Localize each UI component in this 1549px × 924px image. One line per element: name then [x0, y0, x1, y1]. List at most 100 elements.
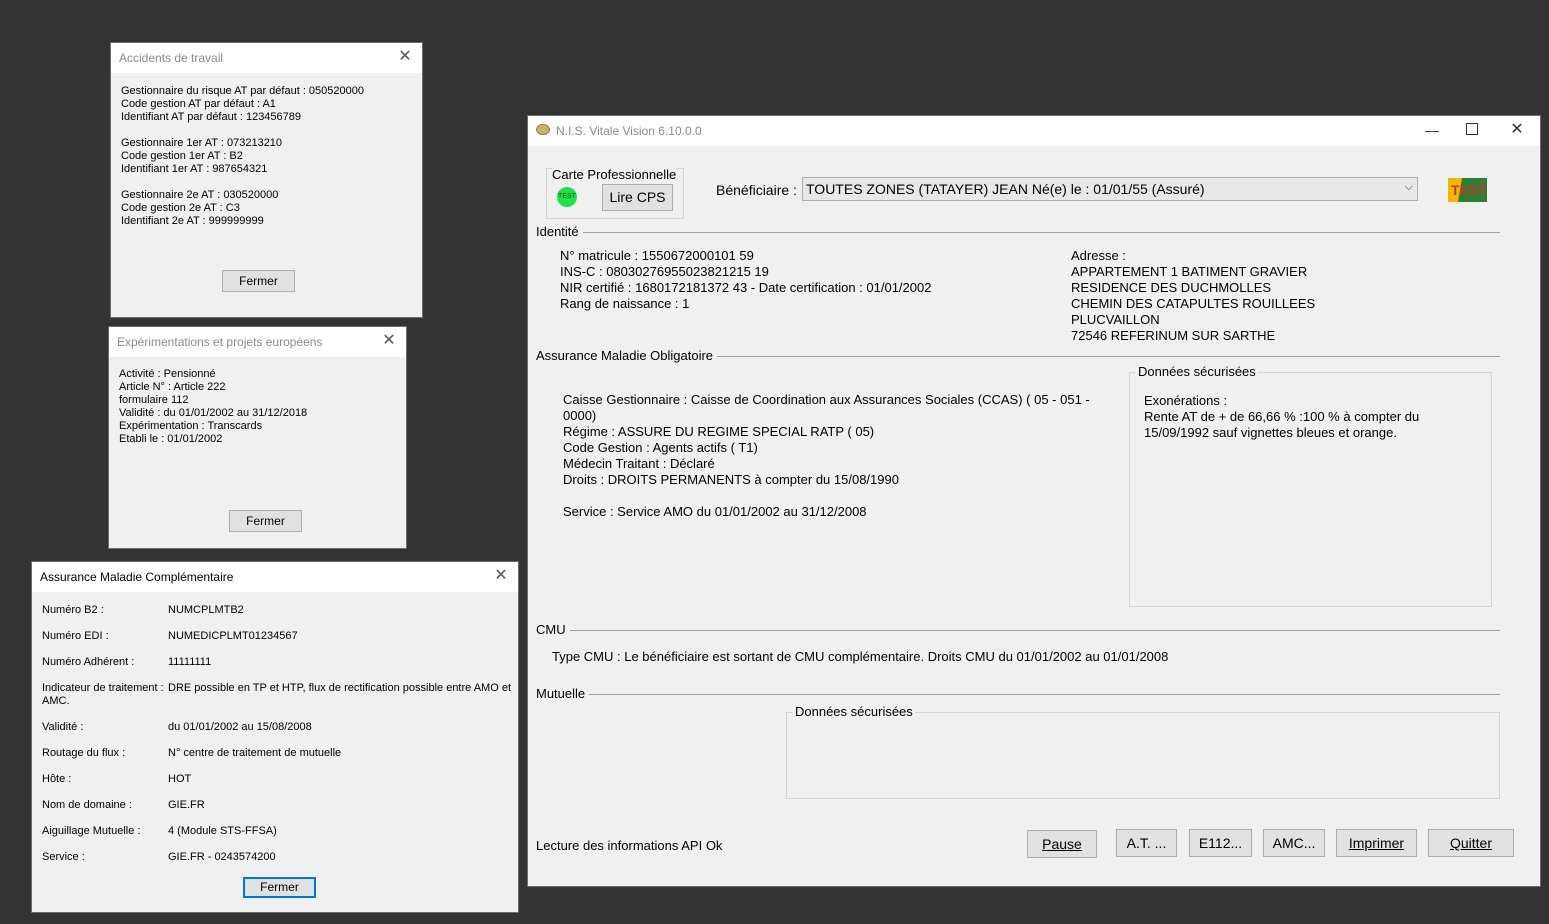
amc-button[interactable]: AMC...	[1263, 829, 1325, 857]
exp-line: Activité : Pensionné	[119, 368, 216, 380]
main-titlebar[interactable]: N.I.S. Vitale Vision 6.10.0.0 — ✕	[528, 116, 1540, 146]
amo-secured-details: Exonérations : Rente AT de + de 66,66 % …	[1144, 393, 1419, 441]
identite-line: Rang de naissance : 1	[560, 296, 690, 311]
amc-close-button[interactable]: Fermer	[243, 877, 316, 898]
main-window-title: N.I.S. Vitale Vision 6.10.0.0	[556, 124, 702, 138]
amo-details: Caisse Gestionnaire : Caisse de Coordina…	[563, 392, 1090, 520]
amc-label: Numéro B2 :	[42, 604, 104, 616]
amc-value: 11111111	[168, 656, 212, 668]
amc-label: Validité :	[42, 721, 84, 733]
close-icon[interactable]: ✕	[396, 48, 414, 66]
amo-title: Assurance Maladie Obligatoire	[536, 348, 718, 363]
amc-label: Nom de domaine :	[42, 799, 132, 811]
exp-line: Article N° : Article 222	[119, 381, 226, 393]
amc-label: Indicateur de traitement :	[42, 682, 164, 694]
amc-value: 4 (Module STS-FFSA)	[168, 825, 277, 837]
imprimer-button[interactable]: Imprimer	[1336, 829, 1417, 857]
exp-info: Activité : Pensionné Article N° : Articl…	[119, 368, 307, 446]
address-line: Adresse :	[1071, 248, 1126, 263]
close-icon[interactable]: ✕	[492, 567, 510, 585]
identite-title: Identité	[536, 224, 583, 239]
amc-value: NUMCPLMTB2	[168, 604, 244, 616]
at-line: Identifiant AT par défaut : 123456789	[121, 111, 302, 123]
carte-pro-title: Carte Professionnelle	[552, 167, 677, 182]
amo-secured-group: Données sécurisées Exonérations : Rente …	[1129, 364, 1492, 607]
amo-line: Droits : DROITS PERMANENTS à compter du …	[563, 472, 899, 487]
amo-line: 0000)	[563, 408, 597, 423]
at-window: Accidents de travail ✕ Gestionnaire du r…	[110, 42, 423, 318]
amo-section-header: Assurance Maladie Obligatoire	[536, 348, 1500, 364]
close-icon[interactable]: ✕	[1508, 121, 1526, 139]
identite-details: N° matricule : 1550672000101 59 INS-C : …	[560, 248, 931, 312]
e112-button[interactable]: E112...	[1189, 829, 1252, 857]
at-line: Code gestion 2e AT : C3	[121, 202, 240, 214]
lire-cps-button[interactable]: Lire CPS	[602, 184, 673, 211]
beneficiaire-label: Bénéficiaire :	[716, 182, 797, 198]
address-block: Adresse : APPARTEMENT 1 BATIMENT GRAVIER…	[1071, 248, 1315, 344]
address-line: APPARTEMENT 1 BATIMENT GRAVIER	[1071, 264, 1308, 279]
imprimer-label: Imprimer	[1348, 835, 1405, 851]
pause-label: Pause	[1042, 836, 1082, 852]
at-line	[121, 124, 364, 137]
mutuelle-section-header: Mutuelle	[536, 686, 1500, 702]
amc-window-title: Assurance Maladie Complémentaire	[40, 570, 234, 584]
at-titlebar[interactable]: Accidents de travail ✕	[111, 43, 422, 73]
test-logo-text: TEST	[1451, 182, 1487, 198]
app-icon	[536, 124, 550, 135]
quitter-button[interactable]: Quitter	[1428, 829, 1514, 857]
secured-line: 15/09/1992 sauf vignettes bleues et oran…	[1144, 425, 1397, 440]
cmu-title: CMU	[536, 622, 570, 637]
identite-section-header: Identité	[536, 224, 1500, 240]
minimize-icon[interactable]: —	[1423, 121, 1441, 139]
amc-label: Aiguillage Mutuelle :	[42, 825, 141, 837]
cmu-text: Type CMU : Le bénéficiaire est sortant d…	[552, 649, 1169, 664]
mutuelle-title: Mutuelle	[536, 686, 590, 701]
secured-line: Rente AT de + de 66,66 % :100 % à compte…	[1144, 409, 1420, 424]
amc-label: Routage du flux :	[42, 747, 126, 759]
exp-line: Expérimentation : Transcards	[119, 420, 263, 432]
at-line: Gestionnaire 2e AT : 030520000	[121, 189, 279, 201]
amc-value: du 01/01/2002 au 15/08/2008	[168, 721, 312, 733]
exp-line: Etabli le : 01/01/2002	[119, 433, 223, 445]
amc-label: Numéro EDI :	[42, 630, 109, 642]
amo-line: Régime : ASSURE DU REGIME SPECIAL RATP (…	[563, 424, 875, 439]
at-close-button[interactable]: Fermer	[222, 270, 295, 292]
amc-label: Service :	[42, 851, 85, 863]
amc-value: GIE.FR - 0243574200	[168, 851, 276, 863]
amc-window: Assurance Maladie Complémentaire ✕ Numér…	[31, 561, 519, 913]
maximize-icon[interactable]	[1466, 123, 1478, 135]
at-line: Identifiant 2e AT : 999999999	[121, 215, 264, 227]
amo-secured-title: Données sécurisées	[1136, 364, 1258, 379]
close-icon[interactable]: ✕	[380, 332, 398, 350]
address-line: RESIDENCE DES DUCHMOLLES	[1071, 280, 1272, 295]
exp-close-button[interactable]: Fermer	[229, 510, 302, 532]
exp-titlebar[interactable]: Expérimentations et projets européens ✕	[109, 327, 406, 357]
amo-line: Médecin Traitant : Déclaré	[563, 456, 715, 471]
address-line: CHEMIN DES CATAPULTES ROUILLEES	[1071, 296, 1316, 311]
pause-button[interactable]: Pause	[1027, 830, 1097, 858]
amc-value: NUMEDICPLMT01234567	[168, 630, 298, 642]
amc-value: GIE.FR	[168, 799, 205, 811]
amc-titlebar[interactable]: Assurance Maladie Complémentaire ✕	[32, 562, 518, 592]
amo-line: Service : Service AMO du 01/01/2002 au 3…	[563, 504, 867, 519]
identite-line: N° matricule : 1550672000101 59	[560, 248, 754, 263]
exp-window-title: Expérimentations et projets européens	[117, 335, 323, 349]
main-window: N.I.S. Vitale Vision 6.10.0.0 — ✕ Carte …	[527, 115, 1541, 887]
amc-label: Numéro Adhérent :	[42, 656, 135, 668]
at-line: Code gestion AT par défaut : A1	[121, 98, 276, 110]
identite-line: INS-C : 08030276955023821215 19	[560, 264, 769, 279]
amc-label: Hôte :	[42, 773, 72, 785]
at-button[interactable]: A.T. ...	[1116, 829, 1177, 857]
quitter-label: Quitter	[1449, 835, 1492, 851]
exp-line: formulaire 112	[119, 394, 189, 406]
address-line: PLUCVAILLON	[1071, 312, 1160, 327]
amc-value: HOT	[168, 773, 192, 785]
status-text: Lecture des informations API Ok	[536, 838, 723, 853]
at-line: Gestionnaire 1er AT : 073213210	[121, 137, 283, 149]
amc-value: N° centre de traitement de mutuelle	[168, 747, 342, 759]
at-line: Code gestion 1er AT : B2	[121, 150, 243, 162]
amo-line	[563, 488, 1090, 504]
mutuelle-secured-title: Données sécurisées	[793, 704, 915, 719]
at-info: Gestionnaire du risque AT par défaut : 0…	[121, 85, 364, 228]
beneficiaire-select[interactable]: TOUTES ZONES (TATAYER) JEAN Né(e) le : 0…	[802, 177, 1418, 201]
